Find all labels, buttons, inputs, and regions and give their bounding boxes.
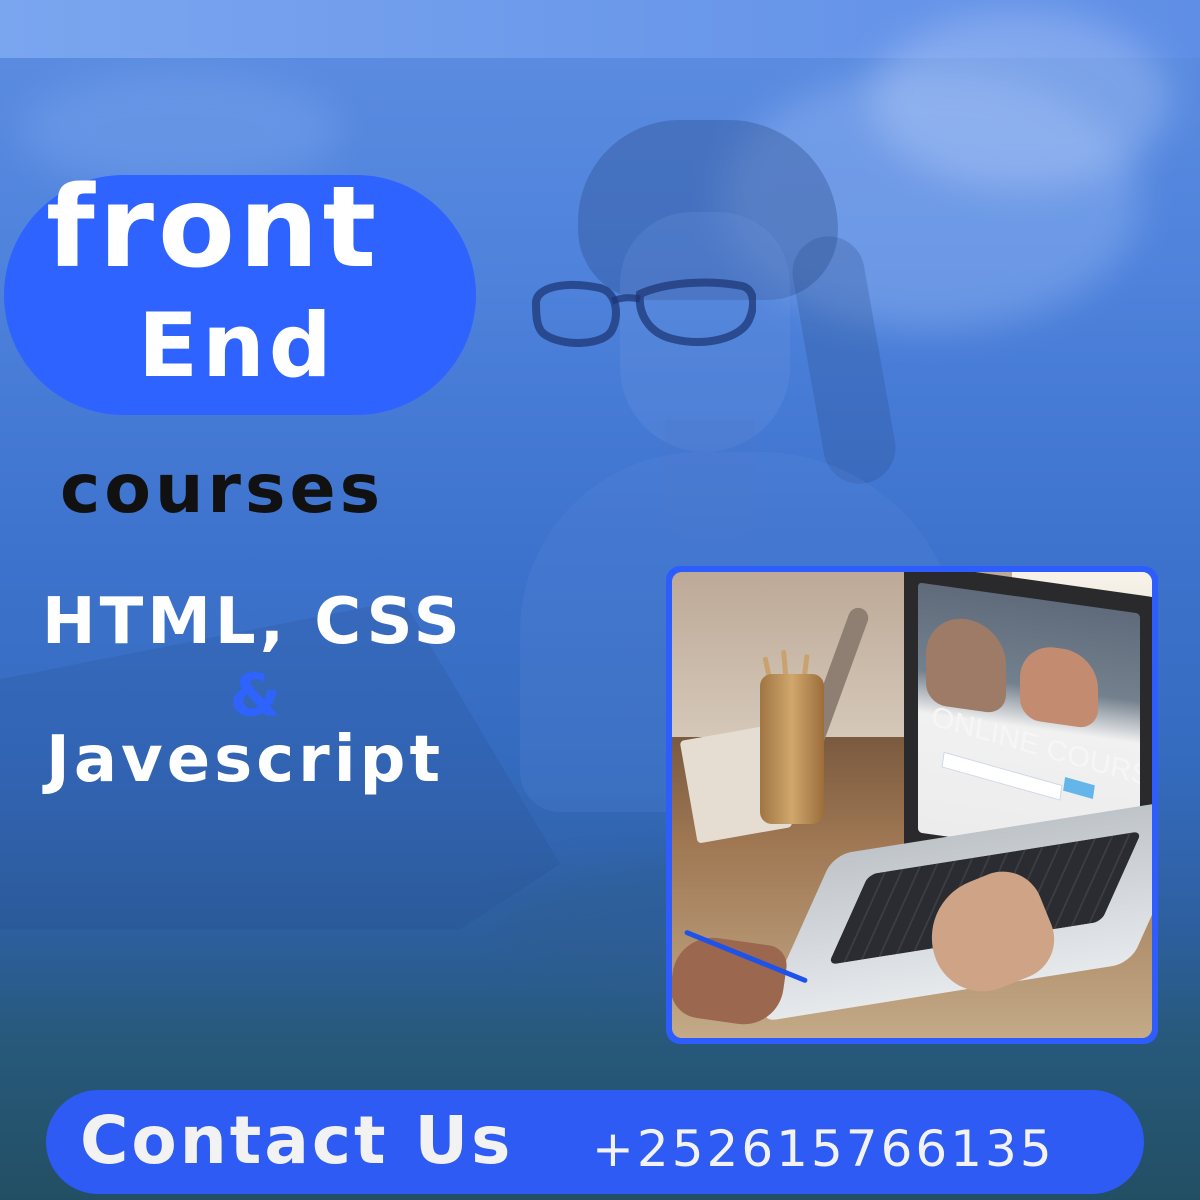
- screen-search-button: [1063, 777, 1095, 799]
- laptop-photo: ONLINE COURSE: [672, 572, 1152, 1038]
- glasses-icon: [531, 278, 756, 347]
- skills-ampersand: &: [230, 661, 281, 729]
- contact-label: Contact Us: [80, 1102, 514, 1179]
- pen-cup: [760, 674, 824, 824]
- contact-phone: +252615766135: [592, 1120, 1055, 1178]
- woman-ponytail: [786, 230, 902, 490]
- title-end: End: [138, 294, 336, 397]
- skills-javescript: Javescript: [46, 723, 445, 797]
- title-front: front: [46, 163, 381, 293]
- poster-canvas: front End courses HTML, CSS & Javescript…: [0, 0, 1200, 1200]
- screen-person-adult: [926, 613, 1006, 715]
- courses-label: courses: [60, 450, 385, 529]
- skills-html-css: HTML, CSS: [42, 585, 464, 659]
- screen-person-child: [1020, 642, 1098, 730]
- laptop-photo-card: ONLINE COURSE: [666, 566, 1158, 1044]
